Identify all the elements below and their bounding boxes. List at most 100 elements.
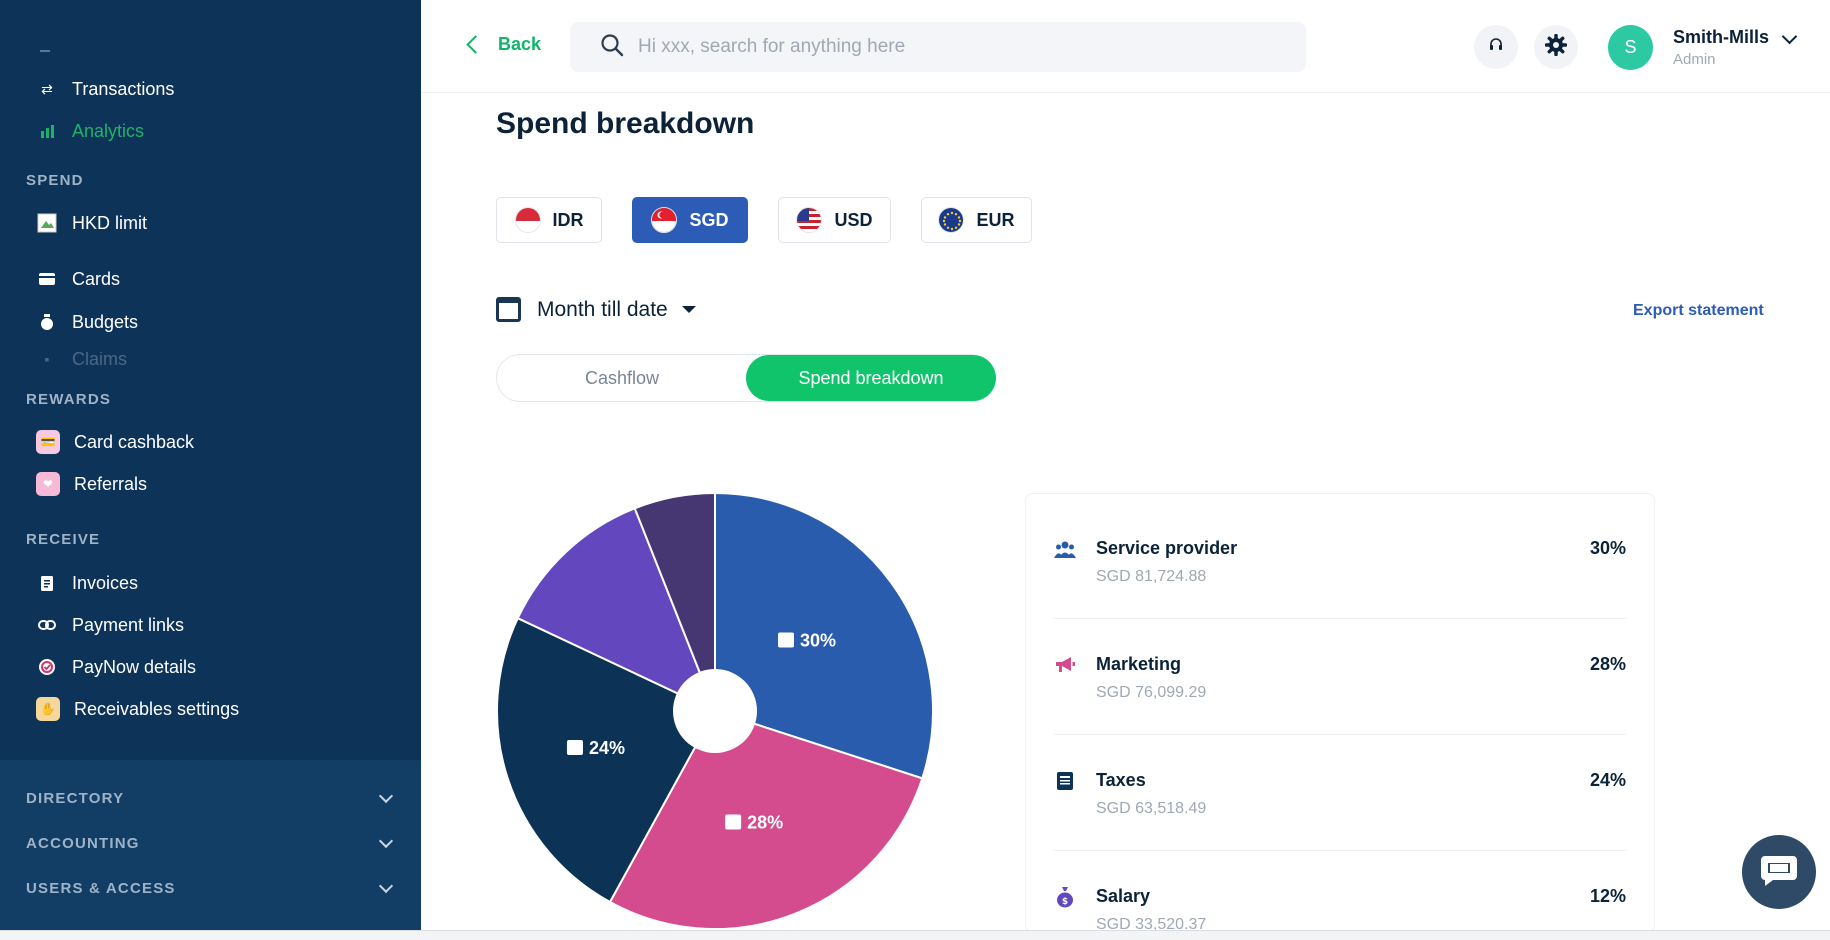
legend-name: Salary <box>1096 886 1151 906</box>
chevron-down-icon[interactable] <box>1781 28 1798 45</box>
paynow-icon <box>36 656 58 678</box>
currency-idr-button[interactable]: IDR <box>496 197 602 243</box>
legend-amount: SGD 81,724.88 <box>1096 568 1207 585</box>
tab-cashflow[interactable]: Cashflow <box>497 355 747 401</box>
sidebar: ⇄ Transactions Analytics SPEND HKD limit… <box>0 0 421 930</box>
cashback-icon: 💳 <box>36 430 60 454</box>
indonesia-flag-icon <box>514 207 541 233</box>
legend-name: Marketing <box>1096 654 1182 674</box>
megaphone-icon <box>1054 654 1076 676</box>
section-receive: RECEIVE <box>26 531 101 548</box>
chevron-left-icon <box>466 35 485 54</box>
sidebar-item-transactions[interactable]: ⇄ Transactions <box>36 78 174 100</box>
people-icon <box>1054 538 1076 560</box>
usa-flag-icon <box>796 207 823 233</box>
sidebar-item-label: Budgets <box>72 311 139 332</box>
sidebar-collapsibles: DIRECTORY ACCOUNTING USERS & ACCESS <box>0 760 421 930</box>
view-toggle: Cashflow Spend breakdown <box>496 354 996 402</box>
link-icon <box>36 614 58 636</box>
back-label: Back <box>498 34 542 54</box>
spend-pie-chart: 30% 28% 24% <box>495 491 935 931</box>
sidebar-item-payment-links[interactable]: Payment links <box>36 614 184 636</box>
sidebar-item-hkd-limit[interactable]: HKD limit <box>36 212 147 234</box>
avatar[interactable]: S <box>1608 25 1653 70</box>
sidebar-item-card-cashback[interactable]: 💳 Card cashback <box>36 430 194 454</box>
group-label: ACCOUNTING <box>26 835 140 852</box>
tab-spend-breakdown[interactable]: Spend breakdown <box>746 355 996 401</box>
legend-row-taxes[interactable]: Taxes SGD 63,518.49 24% <box>1054 726 1626 842</box>
sidebar-item-paynow-details[interactable]: PayNow details <box>36 656 196 678</box>
caret-down-icon <box>681 306 696 313</box>
settings-button[interactable] <box>1534 25 1578 69</box>
money-bag-icon: $ <box>1054 886 1076 908</box>
sidebar-item-analytics[interactable]: Analytics <box>36 120 144 142</box>
legend-row-service-provider[interactable]: Service provider SGD 81,724.88 30% <box>1054 494 1626 610</box>
pie-label-taxes: 24% <box>566 738 625 758</box>
chevron-down-icon <box>378 788 394 804</box>
search-input[interactable] <box>638 36 1278 58</box>
sidebar-item-label: Claims <box>72 352 128 366</box>
tax-icon <box>1054 770 1076 792</box>
sidebar-item-label: Receivables settings <box>74 698 240 719</box>
slice-percent-label: 28% <box>747 812 783 832</box>
back-button[interactable]: Back <box>466 34 542 55</box>
sidebar-group-accounting[interactable]: ACCOUNTING <box>26 833 394 852</box>
chevron-down-icon <box>378 833 394 849</box>
sidebar-item-receivables-settings[interactable]: ✋ Receivables settings <box>36 697 239 721</box>
currency-usd-button[interactable]: USD <box>778 197 891 243</box>
gear-icon <box>1544 33 1568 61</box>
sidebar-item-label: Payment links <box>72 614 185 635</box>
svg-text:$: $ <box>1062 897 1068 907</box>
sidebar-item-claims[interactable]: ▪ Claims <box>36 352 128 366</box>
group-label: USERS & ACCESS <box>26 880 176 897</box>
sidebar-item-budgets[interactable]: Budgets <box>36 311 138 333</box>
budget-bag-icon <box>36 311 58 333</box>
chat-bubble-icon <box>1759 852 1799 893</box>
pie-svg: 30% 28% 24% <box>496 491 934 930</box>
slice-icon <box>566 740 583 756</box>
legend-percent: 28% <box>1589 654 1626 674</box>
sidebar-item-invoices[interactable]: Invoices <box>36 572 138 594</box>
chat-button[interactable] <box>1742 835 1816 909</box>
currency-eur-button[interactable]: EUR <box>921 197 1032 243</box>
slice-icon <box>778 632 795 648</box>
sidebar-item-cards[interactable]: Cards <box>36 268 120 290</box>
sidebar-item-label: Card cashback <box>74 431 195 452</box>
sidebar-item-label: Cards <box>72 268 121 289</box>
slice-percent-label: 24% <box>589 738 625 758</box>
support-button[interactable] <box>1474 25 1518 69</box>
legend-row-marketing[interactable]: Marketing SGD 76,099.29 28% <box>1054 610 1626 726</box>
pie-label-service-provider: 30% <box>778 631 836 651</box>
slice-icon <box>725 814 742 830</box>
slice-percent-label: 30% <box>800 631 836 651</box>
group-label: DIRECTORY <box>26 790 125 807</box>
legend-row-salary[interactable]: $ Salary SGD 33,520.37 12% <box>1054 842 1626 932</box>
currency-label: SGD <box>689 209 729 230</box>
sidebar-item-label: PayNow details <box>72 656 197 677</box>
calendar-icon <box>496 297 521 322</box>
card-icon <box>36 268 58 290</box>
date-filter-dropdown[interactable]: Month till date <box>496 297 696 322</box>
sidebar-group-users-access[interactable]: USERS & ACCESS <box>26 878 394 897</box>
section-spend: SPEND <box>26 172 84 189</box>
sidebar-group-directory[interactable]: DIRECTORY <box>26 788 394 807</box>
legend-amount: SGD 63,518.49 <box>1096 800 1207 817</box>
user-role: Admin <box>1673 51 1716 68</box>
eu-flag-icon <box>938 207 965 233</box>
receivables-icon: ✋ <box>36 697 60 721</box>
invoice-icon <box>36 572 58 594</box>
export-statement-link[interactable]: Export statement <box>1633 302 1764 320</box>
search-bar[interactable] <box>570 22 1306 72</box>
user-name: Smith-Mills <box>1673 27 1770 47</box>
headset-icon <box>1488 37 1504 58</box>
currency-label: EUR <box>976 209 1015 230</box>
legend-percent: 30% <box>1589 538 1626 558</box>
search-icon <box>600 33 624 62</box>
legend-percent: 12% <box>1589 886 1626 906</box>
legend-amount: SGD 76,099.29 <box>1096 684 1207 701</box>
sidebar-item-referrals[interactable]: ❤ Referrals <box>36 472 147 496</box>
legend-name: Service provider <box>1096 538 1238 558</box>
currency-sgd-button[interactable]: SGD <box>632 197 748 243</box>
currency-label: IDR <box>552 209 584 230</box>
legend-name: Taxes <box>1096 770 1146 790</box>
